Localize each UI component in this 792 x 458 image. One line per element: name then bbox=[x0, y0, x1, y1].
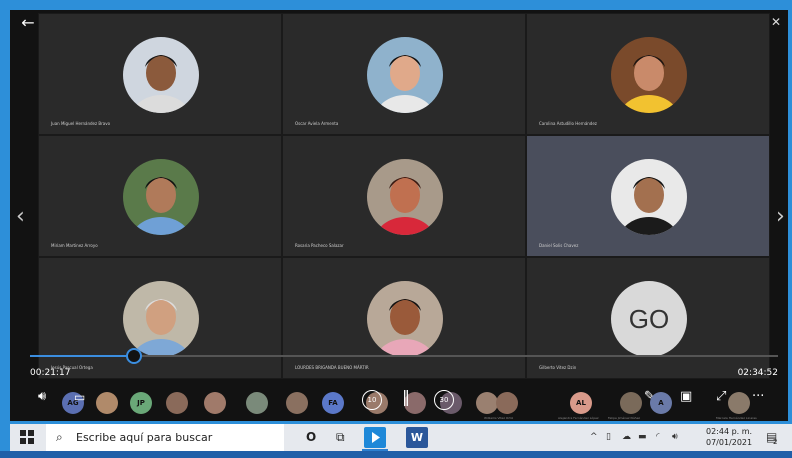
participant-tile[interactable]: Juan Miguel Hernández Bravo bbox=[38, 13, 282, 135]
attendee-mini-avatar[interactable] bbox=[496, 392, 518, 414]
word-app-icon[interactable]: W bbox=[406, 427, 428, 448]
participant-tile[interactable]: GO Gilberto Vitez Dzin bbox=[526, 257, 770, 379]
participant-avatar bbox=[123, 159, 199, 235]
participant-tile[interactable]: Carolina Astudillo Hernández bbox=[526, 13, 770, 135]
attendee-mini-avatar[interactable]: JP bbox=[130, 392, 152, 414]
progress-knob[interactable] bbox=[125, 348, 142, 364]
attendee-mini-avatar[interactable] bbox=[620, 392, 642, 414]
fullscreen-icon[interactable]: ⤢ bbox=[716, 390, 726, 404]
participant-avatar: GO bbox=[611, 281, 687, 357]
participant-name: Carolina Astudillo Hernández bbox=[539, 121, 597, 126]
participant-avatar bbox=[611, 37, 687, 113]
notification-count: 2 bbox=[773, 438, 778, 446]
attendee-mini-avatar[interactable]: FA bbox=[322, 392, 344, 414]
attendee-mini-avatar[interactable]: A bbox=[650, 392, 672, 414]
participant-name: Daniel Solis Chavez bbox=[539, 243, 579, 248]
volume-icon[interactable]: 🔊︎ bbox=[38, 390, 46, 404]
attendee-mini-name: Marcela Hernández Linares bbox=[716, 416, 757, 420]
windows-start-icon[interactable] bbox=[20, 424, 40, 451]
progress-fill bbox=[30, 355, 133, 357]
attendee-mini-name: Felipe Jiménez Núñez bbox=[608, 416, 641, 420]
attendee-mini-avatar[interactable] bbox=[286, 392, 308, 414]
taskbar-search-box[interactable]: ⌕ Escribe aquí para buscar bbox=[46, 424, 284, 451]
stream-player-window: ← – ❐ ✕ Juan Miguel Hernández BravoOscar… bbox=[10, 10, 788, 421]
rewind-10-button[interactable]: 10 bbox=[362, 390, 382, 410]
participant-tile[interactable]: Rosaria Pacheco Salazar bbox=[282, 135, 526, 257]
wifi-icon[interactable]: ◜ bbox=[656, 424, 660, 451]
picture-in-picture-icon[interactable]: ▣ bbox=[680, 390, 692, 404]
more-options-icon[interactable]: ··· bbox=[752, 390, 764, 404]
previous-page-arrow[interactable]: ‹ bbox=[16, 206, 25, 228]
participant-tile[interactable]: Miriam Martinez Arroyo bbox=[38, 135, 282, 257]
participant-name: Rosaria Pacheco Salazar bbox=[295, 243, 344, 248]
video-grid: Juan Miguel Hernández Bravo Oscar Aviela … bbox=[38, 13, 770, 379]
control-bar: FA JP AG 🔊︎ ▭ 10 ‖ 30 ✎ ▣ ⤢ ··· Williams V… bbox=[10, 382, 788, 421]
battery-icon[interactable]: ▬ bbox=[638, 424, 647, 451]
participant-tile[interactable]: Daniel Solis Chavez bbox=[526, 135, 770, 257]
attendee-mini-avatar[interactable] bbox=[166, 392, 188, 414]
participant-name: Juan Miguel Hernández Bravo bbox=[51, 121, 111, 126]
stream-app-icon[interactable] bbox=[364, 427, 386, 448]
progress-track[interactable] bbox=[30, 355, 778, 357]
participant-name: LOURDES BRIGANDA BUENO MÁRTIR bbox=[295, 365, 369, 370]
participant-avatar bbox=[123, 37, 199, 113]
attendee-mini-name: Alejandra Fernández López bbox=[558, 416, 599, 420]
participant-name: Miriam Martinez Arroyo bbox=[51, 243, 98, 248]
task-view-icon[interactable]: ⧉ bbox=[336, 424, 345, 451]
pause-button[interactable]: ‖ bbox=[402, 389, 410, 405]
taskbar: ⌕ Escribe aquí para buscar O ⧉ W ^ ▯ ☁︎ … bbox=[10, 424, 792, 451]
tray-chevron[interactable]: ^ bbox=[590, 424, 598, 451]
attendee-mini-avatar[interactable] bbox=[204, 392, 226, 414]
participant-avatar bbox=[367, 159, 443, 235]
elapsed-time: 00:21:17 bbox=[30, 368, 71, 378]
participant-tile[interactable]: Oscar Aviela Armenta bbox=[282, 13, 526, 135]
total-time: 02:34:52 bbox=[737, 368, 778, 378]
attendee-mini-name: Williams Vitez Ortiz bbox=[484, 416, 514, 420]
participant-avatar bbox=[123, 281, 199, 357]
clock-time: 02:44 p. m. bbox=[706, 427, 753, 436]
speaker-icon[interactable]: 🔊︎ bbox=[672, 424, 678, 451]
taskbar-clock[interactable]: 02:44 p. m. 07/01/2021 bbox=[706, 426, 752, 448]
participant-avatar bbox=[367, 37, 443, 113]
back-button[interactable]: ← bbox=[18, 13, 38, 33]
participant-tile[interactable]: LOURDES BRIGANDA BUENO MÁRTIR bbox=[282, 257, 526, 379]
forward-30-button[interactable]: 30 bbox=[434, 390, 454, 410]
search-icon: ⌕ bbox=[56, 430, 63, 444]
attendee-mini-avatar[interactable] bbox=[476, 392, 498, 414]
clock-date: 07/01/2021 bbox=[706, 438, 753, 447]
tray-icon-meet[interactable]: ▯ bbox=[606, 424, 611, 451]
participant-name: Gilberto Vitez Dzin bbox=[539, 365, 577, 370]
attendee-mini-avatar[interactable] bbox=[728, 392, 750, 414]
cortana-icon[interactable]: O bbox=[306, 424, 316, 451]
participant-avatar bbox=[611, 159, 687, 235]
avatar-initials: GO bbox=[628, 303, 670, 334]
attendee-mini-avatar[interactable] bbox=[96, 392, 118, 414]
next-page-arrow[interactable]: › bbox=[776, 206, 785, 228]
tray-icon-onedrive[interactable]: ☁︎ bbox=[622, 424, 631, 451]
participant-tile[interactable]: Jesús Pascual Ortega bbox=[38, 257, 282, 379]
search-placeholder: Escribe aquí para buscar bbox=[76, 431, 213, 444]
attendee-mini-avatar[interactable]: AL bbox=[570, 392, 592, 414]
participant-name: Oscar Aviela Armenta bbox=[295, 121, 339, 126]
participant-avatar bbox=[367, 281, 443, 357]
attendee-mini-avatar[interactable] bbox=[246, 392, 268, 414]
captions-icon[interactable]: ▭ bbox=[74, 390, 85, 404]
